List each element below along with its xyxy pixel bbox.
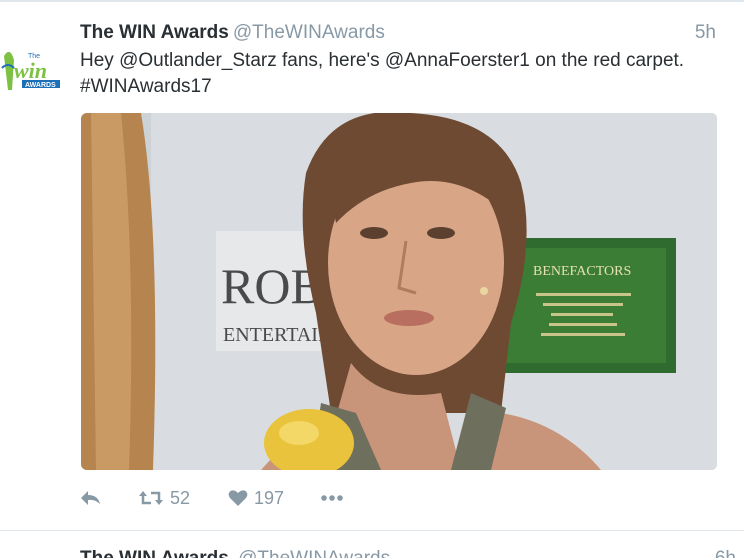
retweet-button[interactable]: 52 <box>138 484 190 512</box>
retweet-icon <box>139 491 163 505</box>
red-carpet-photo: ROBSO ENTERTAIN BENEFACTORS <box>81 113 717 470</box>
tweet-header: The WIN Awards @TheWINAwards 5h <box>80 22 720 46</box>
hashtag-link[interactable]: #WINAwards17 <box>80 74 730 100</box>
next-author-display-name[interactable]: The WIN Awards <box>80 548 229 558</box>
tweet-divider <box>0 530 744 531</box>
svg-text:win: win <box>14 58 47 83</box>
next-tweet-header: The WIN Awards @TheWINAwards 6h <box>80 548 740 558</box>
like-count: 197 <box>254 487 285 508</box>
tweet-actions: 52 197 <box>80 484 680 512</box>
tweet-media-photo[interactable]: ROBSO ENTERTAIN BENEFACTORS <box>81 113 717 470</box>
author-handle[interactable]: @TheWINAwards <box>233 22 385 43</box>
heart-icon <box>228 490 248 506</box>
backdrop-left-subtext: ENTERTAIN <box>223 324 332 346</box>
like-button[interactable]: 197 <box>228 484 284 512</box>
author-display-name[interactable]: The WIN Awards <box>80 22 229 43</box>
next-tweet-timestamp[interactable]: 6h <box>715 548 736 558</box>
win-awards-logo-icon: The win AWARDS <box>0 38 62 96</box>
reply-button[interactable] <box>80 484 102 512</box>
tweet-text: Hey @Outlander_Starz fans, here's @AnnaF… <box>80 48 730 100</box>
tweet-text-line: Hey @Outlander_Starz fans, here's @AnnaF… <box>80 50 685 71</box>
more-button[interactable] <box>320 484 344 512</box>
svg-text:AWARDS: AWARDS <box>25 82 56 89</box>
tweet-timestamp[interactable]: 5h <box>695 22 716 44</box>
retweet-count: 52 <box>170 487 191 508</box>
reply-icon <box>81 491 100 505</box>
author-avatar[interactable]: The win AWARDS <box>0 38 62 96</box>
next-author-handle[interactable]: @TheWINAwards <box>238 548 390 558</box>
top-divider <box>0 0 744 2</box>
more-icon <box>321 495 343 501</box>
backdrop-right-text: BENEFACTORS <box>533 264 631 279</box>
